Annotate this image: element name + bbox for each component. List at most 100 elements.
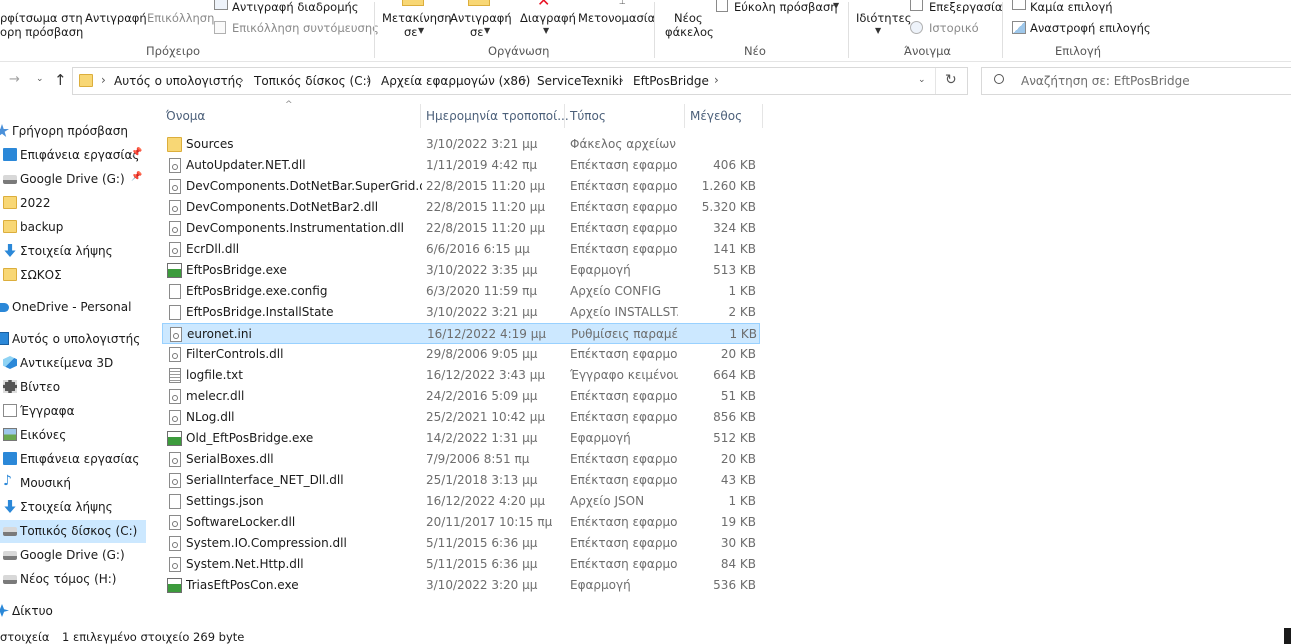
file-row[interactable]: EftPosBridge.exe.config 6/3/2020 11:59 πμ… xyxy=(162,281,760,302)
copy-path-button[interactable]: Αντιγραφή διαδρομής xyxy=(232,0,359,14)
properties-dropdown-icon[interactable]: ▼ xyxy=(875,26,881,35)
chevron-right-icon[interactable]: › xyxy=(239,73,244,87)
sidebar-item[interactable]: Έγγραφα xyxy=(0,400,146,423)
file-row[interactable]: EftPosBridge.exe 3/10/2022 3:35 μμ Εφαρμογ… xyxy=(162,260,760,281)
file-row[interactable]: logfile.txt 16/12/2022 3:43 μμ Έγγραφο κει… xyxy=(162,365,760,386)
pin-quick-access-label-2[interactable]: ορη πρόσβαση xyxy=(0,25,83,39)
sidebar-item[interactable]: Τοπικός δίσκος (C:) xyxy=(0,520,146,543)
column-header-date[interactable]: Ημερομηνία τροποποί... xyxy=(426,109,569,123)
pin-icon[interactable]: 📌 xyxy=(131,148,142,158)
file-row[interactable]: System.Net.Http.dll 5/11/2015 6:36 μμ Επέκ… xyxy=(162,554,760,575)
view-toggle-icon[interactable] xyxy=(1284,628,1291,644)
sidebar-item[interactable]: Επιφάνεια εργασίας xyxy=(0,448,146,471)
new-folder-label-2[interactable]: φάκελος xyxy=(665,25,714,39)
sidebar-item[interactable]: Δίκτυο xyxy=(0,600,146,623)
delete-button[interactable]: Διαγραφή xyxy=(520,11,576,25)
column-divider[interactable] xyxy=(684,104,685,128)
file-row[interactable]: DevComponents.DotNetBar2.dll 22/8/2015 11… xyxy=(162,197,760,218)
breadcrumb-servicetexniki[interactable]: ServiceTexniki xyxy=(537,74,622,88)
file-row[interactable]: FilterControls.dll 29/8/2006 9:05 μμ Επέκτ… xyxy=(162,344,760,365)
invert-selection-button[interactable]: Αναστροφή επιλογής xyxy=(1030,21,1151,35)
move-to-button[interactable]: Μετακίνηση xyxy=(382,11,452,25)
breadcrumb-program-files[interactable]: Αρχεία εφαρμογών (x86) xyxy=(381,74,530,88)
chevron-right-icon[interactable]: › xyxy=(522,73,527,87)
recent-locations-icon[interactable]: ⌄ xyxy=(36,74,44,84)
breadcrumb-local-disk[interactable]: Τοπικός δίσκος (C:) xyxy=(254,74,371,88)
sidebar-item[interactable]: Αντικείμενα 3D xyxy=(0,352,146,375)
column-header-name[interactable]: Όνομα xyxy=(166,109,205,123)
file-row[interactable]: SerialInterface_NET_Dll.dll 25/1/2018 3:1… xyxy=(162,470,760,491)
file-row[interactable]: System.IO.Compression.dll 5/11/2015 6:36 … xyxy=(162,533,760,554)
new-folder-button[interactable]: Νέος xyxy=(674,11,703,25)
chevron-right-icon[interactable]: › xyxy=(714,73,719,87)
file-row[interactable]: Old_EftPosBridge.exe 14/2/2022 1:31 μμ Εφα… xyxy=(162,428,760,449)
copy-button[interactable]: Αντιγραφή xyxy=(85,11,147,25)
copy-to-button[interactable]: Αντιγραφή xyxy=(450,11,512,25)
chevron-right-icon[interactable]: › xyxy=(366,73,371,87)
delete-dropdown-icon[interactable]: ▼ xyxy=(543,26,549,35)
sidebar-item[interactable]: Νέος τόμος (H:) xyxy=(0,568,146,591)
sidebar-item[interactable]: Επιφάνεια εργασίας 📌 xyxy=(0,144,146,167)
file-row[interactable]: SoftwareLocker.dll 20/11/2017 10:15 πμ Επέ… xyxy=(162,512,760,533)
file-row[interactable]: TriasEftPosCon.exe 3/10/2022 3:20 μμ Εφαρμ… xyxy=(162,575,760,596)
address-bar[interactable]: › Αυτός ο υπολογιστής › Τοπικός δίσκος (… xyxy=(72,67,968,95)
column-divider[interactable] xyxy=(762,104,763,128)
move-to-dropdown-icon[interactable]: ▼ xyxy=(418,26,424,35)
sidebar-item[interactable]: Google Drive (G:) 📌 xyxy=(0,168,146,191)
properties-button[interactable]: Ιδιότητες xyxy=(856,11,911,25)
copy-to-label-2[interactable]: σε xyxy=(470,25,484,39)
file-row[interactable]: DevComponents.Instrumentation.dll 22/8/20… xyxy=(162,218,760,239)
column-divider[interactable] xyxy=(564,104,565,128)
sidebar-item[interactable]: ΣΩΚΟΣ xyxy=(0,264,146,287)
file-row[interactable]: euronet.ini 16/12/2022 4:19 μμ Ρυθμίσεις π… xyxy=(162,323,760,344)
file-row[interactable]: DevComponents.DotNetBar.SuperGrid.dll 22/… xyxy=(162,176,760,197)
search-box[interactable]: Αναζήτηση σε: EftPosBridge xyxy=(981,67,1291,95)
easy-access-button[interactable]: Εύκολη πρόσβαση xyxy=(734,0,838,14)
column-header-size[interactable]: Μέγεθος xyxy=(690,109,742,123)
edit-button[interactable]: Επεξεργασία xyxy=(929,0,1002,14)
file-row[interactable]: NLog.dll 25/2/2021 10:42 μμ Επέκταση εφαρμ… xyxy=(162,407,760,428)
paste-shortcut-button[interactable]: Επικόλληση συντόμευσης xyxy=(232,21,379,35)
pin-quick-access-label-1[interactable]: ρφίτσωμα στη xyxy=(0,11,83,25)
chevron-right-icon[interactable]: › xyxy=(619,73,624,87)
sidebar-item[interactable]: ♪ Μουσική xyxy=(0,472,146,495)
sidebar-item[interactable]: Αυτός ο υπολογιστής xyxy=(0,328,146,351)
file-row[interactable]: EcrDll.dll 6/6/2016 6:15 μμ Επέκταση εφαρμ… xyxy=(162,239,760,260)
file-size: 324 KB xyxy=(713,221,756,235)
back-icon[interactable]: → xyxy=(9,72,20,87)
sidebar-item[interactable]: Γρήγορη πρόσβαση xyxy=(0,120,146,143)
sidebar-item-label: OneDrive - Personal xyxy=(12,300,132,314)
search-input[interactable]: Αναζήτηση σε: EftPosBridge xyxy=(1021,74,1190,88)
pin-icon[interactable]: 📌 xyxy=(131,172,142,182)
column-header-type[interactable]: Τύπος xyxy=(570,109,606,123)
sidebar-item[interactable]: 2022 xyxy=(0,192,146,215)
file-row[interactable]: Sources 3/10/2022 3:21 μμ Φάκελος αρχείων xyxy=(162,134,760,155)
file-row[interactable]: AutoUpdater.NET.dll 1/11/2019 4:42 πμ Επέκ… xyxy=(162,155,760,176)
address-dropdown-icon[interactable]: ⌄ xyxy=(918,75,926,85)
history-button[interactable]: Ιστορικό xyxy=(929,21,979,35)
file-row[interactable]: Settings.json 16/12/2022 4:20 μμ Αρχείο JS… xyxy=(162,491,760,512)
sidebar-item[interactable]: OneDrive - Personal xyxy=(0,296,146,319)
sidebar-item[interactable]: Βίντεο xyxy=(0,376,146,399)
up-icon[interactable]: ↑ xyxy=(54,71,67,89)
file-row[interactable]: EftPosBridge.InstallState 3/10/2022 3:21 … xyxy=(162,302,760,323)
refresh-icon[interactable]: ↻ xyxy=(945,72,957,88)
move-to-label-2[interactable]: σε xyxy=(404,25,418,39)
breadcrumb-this-pc[interactable]: Αυτός ο υπολογιστής xyxy=(114,74,242,88)
rename-button[interactable]: Μετονομασία xyxy=(578,11,655,25)
paste-button[interactable]: Επικόλληση xyxy=(147,11,214,25)
sidebar-item[interactable]: Εικόνες xyxy=(0,424,146,447)
file-row[interactable]: SerialBoxes.dll 7/9/2006 8:51 πμ Επέκταση … xyxy=(162,449,760,470)
sidebar-item[interactable]: Google Drive (G:) xyxy=(0,544,146,567)
sidebar-item[interactable]: backup xyxy=(0,216,146,239)
ribbon-divider xyxy=(848,2,849,58)
select-none-button[interactable]: Καμία επιλογή xyxy=(1030,0,1113,14)
breadcrumb-eftposbridge[interactable]: EftPosBridge xyxy=(633,74,709,88)
easy-access-dropdown-icon[interactable]: ▼ xyxy=(833,1,839,10)
column-divider[interactable] xyxy=(420,104,421,128)
chevron-right-icon[interactable]: › xyxy=(101,73,106,87)
sidebar-item[interactable]: Στοιχεία λήψης xyxy=(0,240,146,263)
sidebar-item[interactable]: Στοιχεία λήψης xyxy=(0,496,146,519)
copy-to-dropdown-icon[interactable]: ▼ xyxy=(484,26,490,35)
file-row[interactable]: melecr.dll 24/2/2016 5:09 μμ Επέκταση εφαρ… xyxy=(162,386,760,407)
